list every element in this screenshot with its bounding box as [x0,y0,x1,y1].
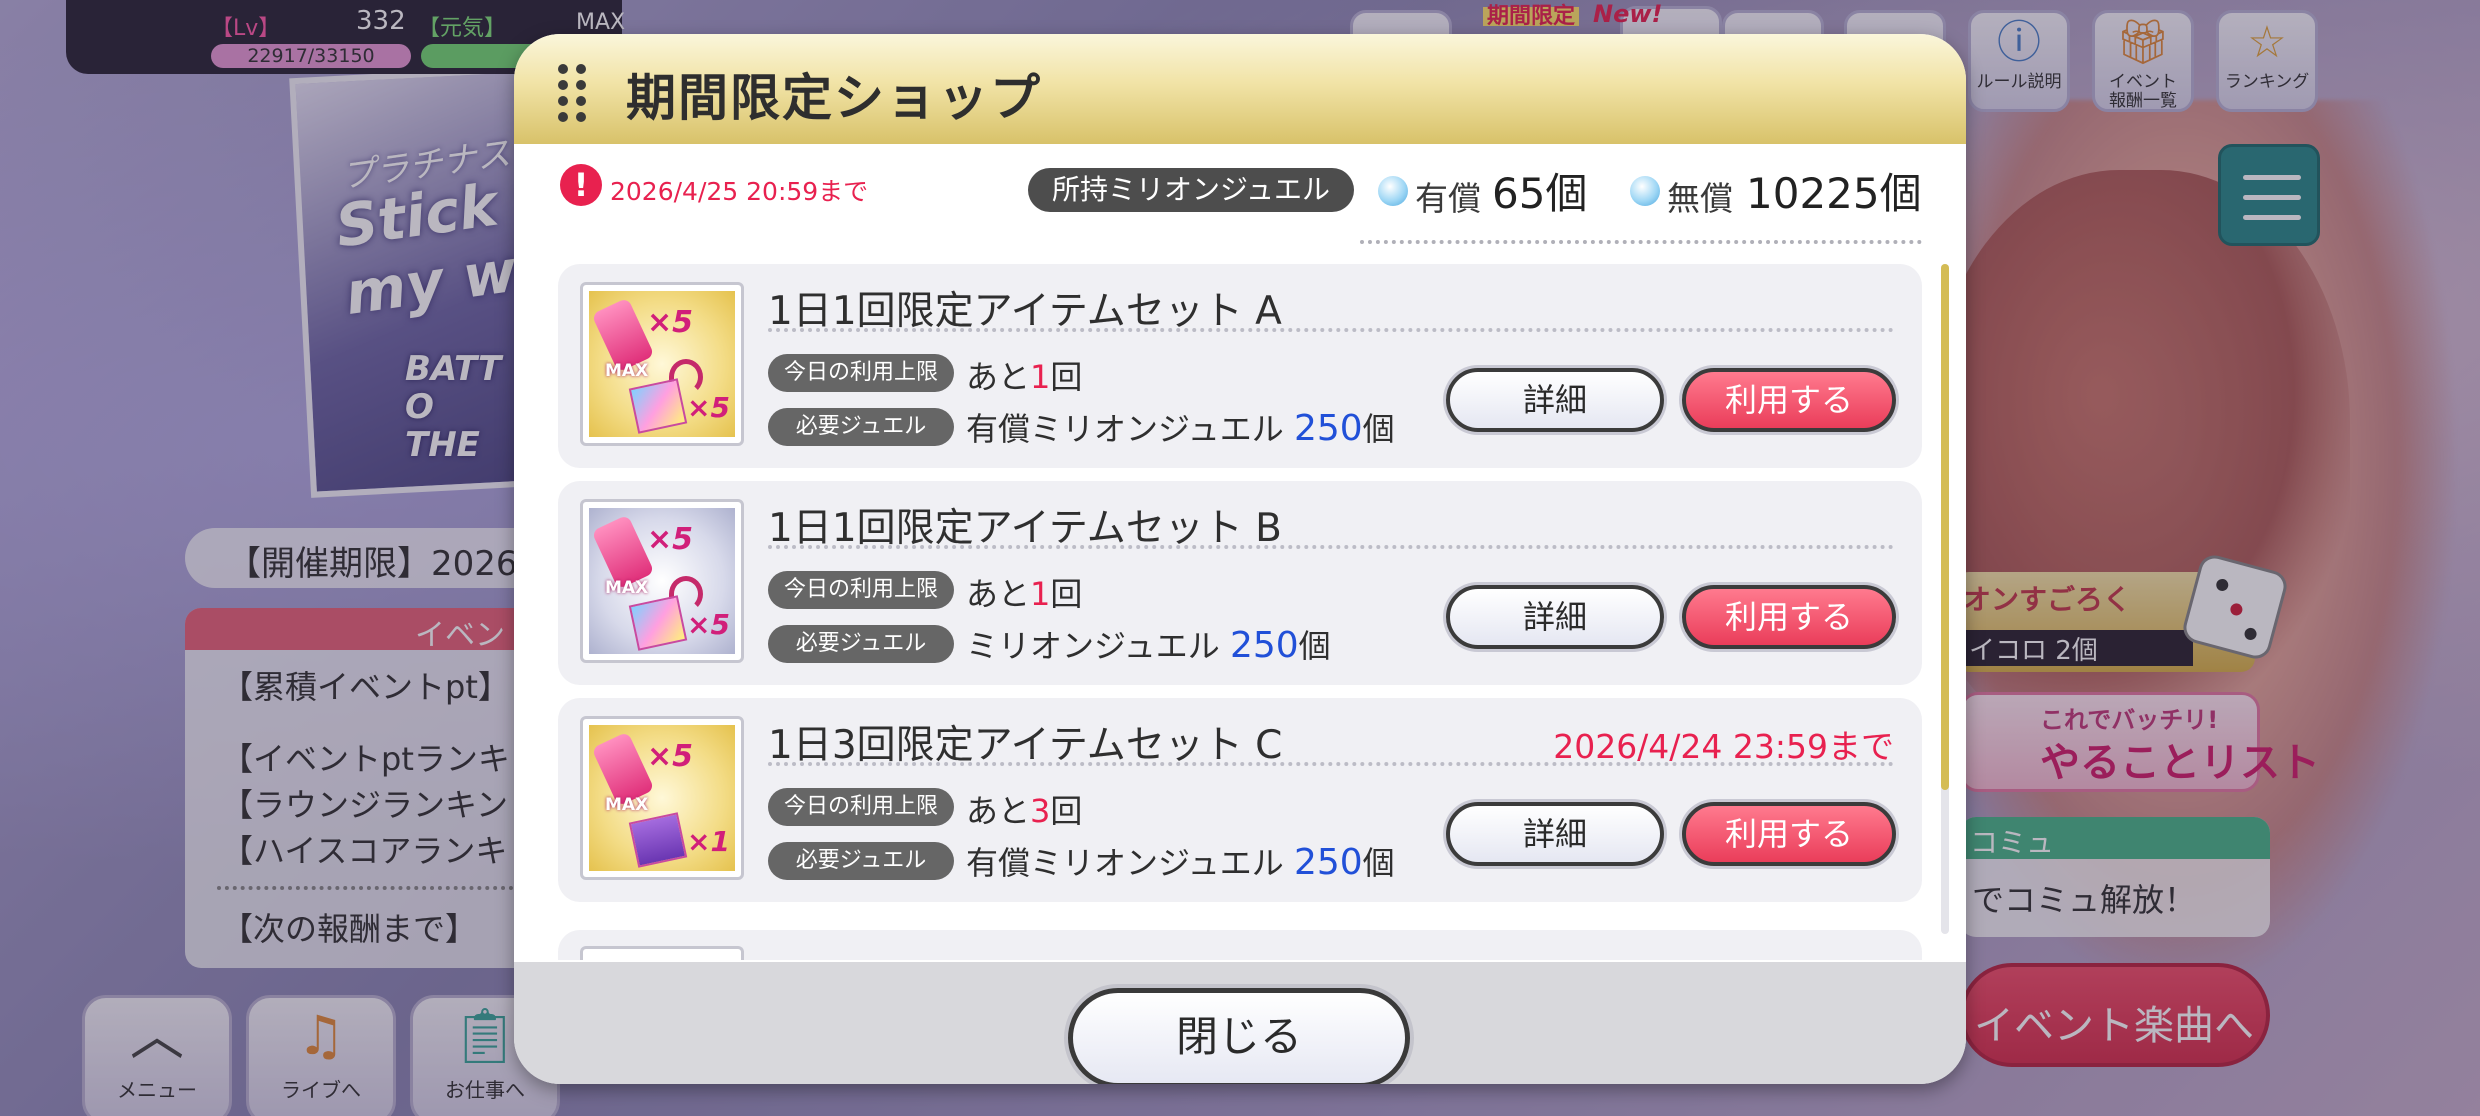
ticket-icon [628,595,688,651]
dialog-title: 期間限定ショップ [626,69,1042,127]
shop-item-card: ×5 MAX ×5 1日1回限定アイテムセット A 今日の利用上限 あと1回 必… [558,264,1922,468]
required-jewel-tag: 必要ジュエル [768,842,954,880]
paid-jewel-value: 65個 [1492,169,1588,218]
jewel-balance-label: 所持ミリオンジュエル [1028,168,1354,212]
divider [768,762,1894,766]
dialog-header: 期間限定ショップ [514,34,1966,144]
item-max-tag: MAX [605,578,649,598]
item-thumbnail: ×5 MAX ×1 [580,716,744,880]
shop-item-card: ×5 MAX ×5 1日1回限定アイテムセット B 今日の利用上限 あと1回 必… [558,481,1922,685]
remaining-uses: あと3回 [966,792,1083,830]
item-thumbnail [580,946,744,960]
dialog-footer: 閉じる [514,962,1966,1084]
free-jewel-value: 10225個 [1746,169,1922,218]
free-jewel-label: 無償 [1667,179,1733,218]
item-qty-bottom: ×1 [687,825,730,858]
shop-item-card-partial [558,930,1922,960]
use-button[interactable]: 利用する [1682,585,1896,649]
item-qty-top: ×5 [647,305,694,340]
detail-button[interactable]: 詳細 [1446,585,1664,649]
divider [768,328,1894,332]
ticket-icon [628,378,688,434]
remaining-uses: あと1回 [966,358,1083,396]
required-jewel-value: ミリオンジュエル 250個 [966,625,1331,666]
shop-deadline: 2026/4/25 20:59まで [610,177,869,206]
paid-jewel-icon [1378,176,1408,206]
live-ticket-icon [628,812,688,868]
item-max-tag: MAX [605,361,649,381]
required-jewel-value: 有償ミリオンジュエル 250個 [966,842,1395,883]
paid-jewel-label: 有償 [1415,179,1481,218]
required-jewel-value: 有償ミリオンジュエル 250個 [966,408,1395,449]
item-qty-bottom: ×5 [687,391,730,424]
required-jewel-tag: 必要ジュエル [768,408,954,446]
limited-shop-dialog: 期間限定ショップ ! 2026/4/25 20:59まで 所持ミリオンジュエル … [514,34,1966,1084]
shop-item-card: ×5 MAX ×1 1日3回限定アイテムセット C 2026/4/24 23:5… [558,698,1922,902]
item-qty-bottom: ×5 [687,608,730,641]
remaining-uses: あと1回 [966,575,1083,613]
close-button[interactable]: 閉じる [1068,988,1410,1084]
use-button[interactable]: 利用する [1682,368,1896,432]
item-qty-top: ×5 [647,522,694,557]
item-thumbnail: ×5 MAX ×5 [580,282,744,446]
divider [768,545,1894,549]
daily-limit-tag: 今日の利用上限 [768,354,954,392]
divider [1360,240,1922,244]
item-deadline: 2026/4/24 23:59まで [1553,727,1894,766]
warning-icon: ! [560,164,602,206]
scrollbar-thumb[interactable] [1941,264,1949,790]
item-qty-top: ×5 [647,739,694,774]
drag-handle-icon [556,64,590,122]
dialog-body: ! 2026/4/25 20:59まで 所持ミリオンジュエル 有償 65個 無償… [514,144,1966,962]
item-max-tag: MAX [605,795,649,815]
detail-button[interactable]: 詳細 [1446,802,1664,866]
daily-limit-tag: 今日の利用上限 [768,571,954,609]
item-thumbnail: ×5 MAX ×5 [580,499,744,663]
required-jewel-tag: 必要ジュエル [768,625,954,663]
use-button[interactable]: 利用する [1682,802,1896,866]
daily-limit-tag: 今日の利用上限 [768,788,954,826]
detail-button[interactable]: 詳細 [1446,368,1664,432]
shop-item-list[interactable]: ×5 MAX ×5 1日1回限定アイテムセット A 今日の利用上限 あと1回 必… [558,264,1922,960]
free-jewel-icon [1630,176,1660,206]
